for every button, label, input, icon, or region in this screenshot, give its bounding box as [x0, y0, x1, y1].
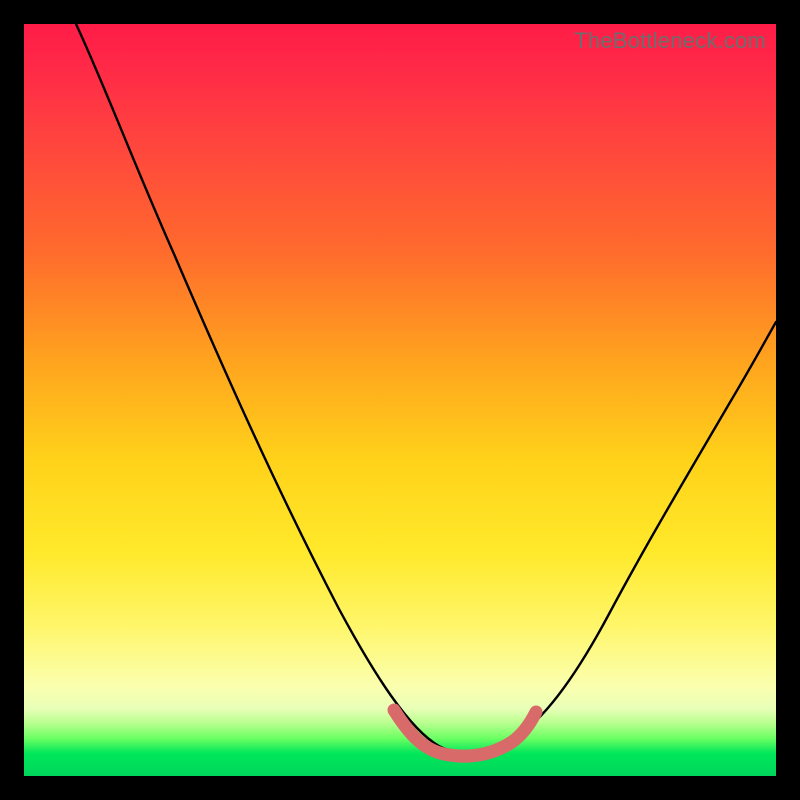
- chart-frame: TheBottleneck.com: [0, 0, 800, 800]
- chart-curves: [24, 24, 776, 776]
- chart-plot-area: TheBottleneck.com: [24, 24, 776, 776]
- series-curve: [76, 24, 776, 753]
- series-bottom-highlight: [394, 710, 536, 756]
